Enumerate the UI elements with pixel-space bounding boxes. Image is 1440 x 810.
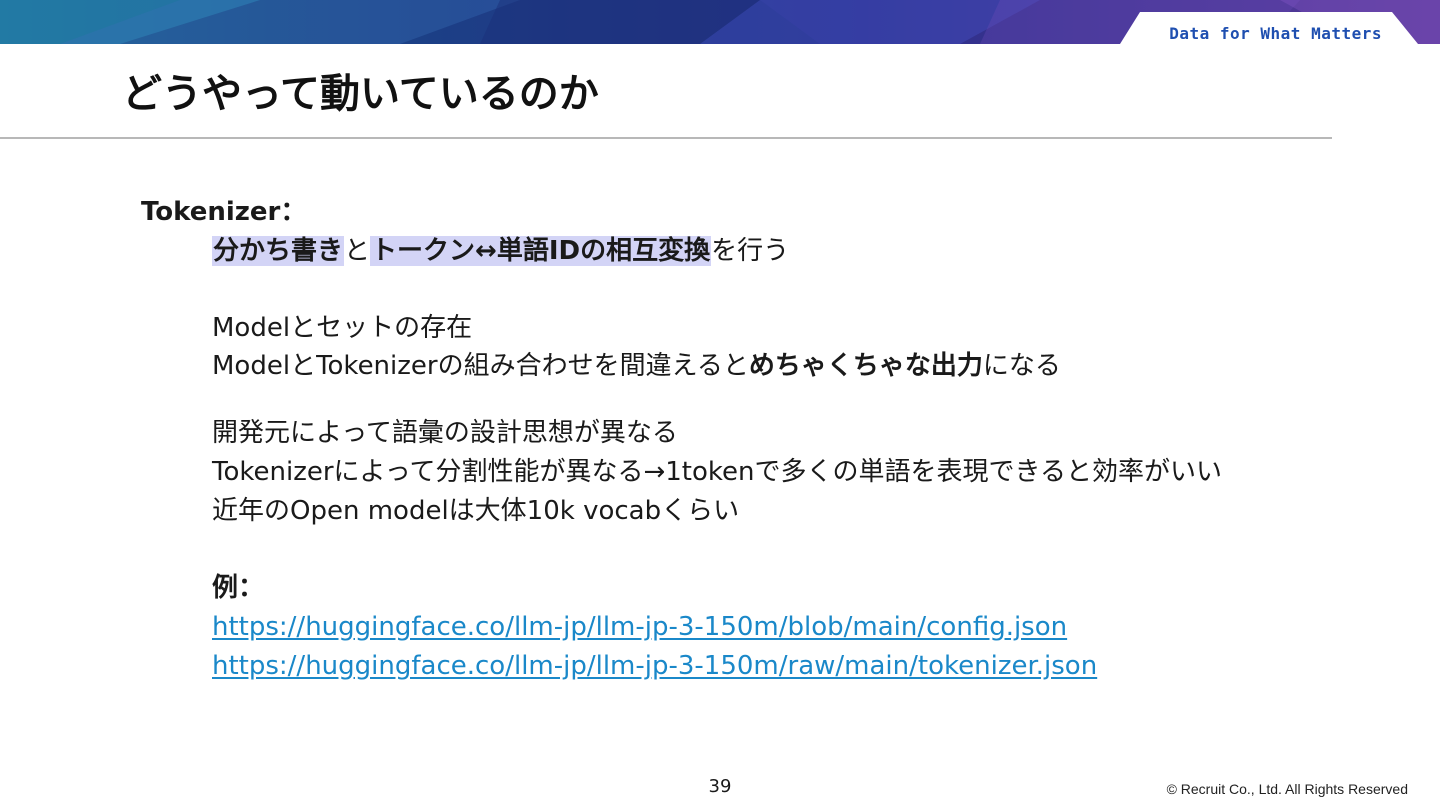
body-line-3-text-end: になる: [982, 351, 1061, 381]
body-line-4: 開発元によって語彙の設計思想が異なる: [212, 418, 678, 448]
page-number: 39: [708, 776, 732, 797]
body-line-3-text: ModelとTokenizerの組み合わせを間違えると: [212, 351, 749, 381]
bold-term-output: めちゃくちゃな出力: [748, 351, 983, 381]
copyright-notice: © Recruit Co., Ltd. All Rights Reserved: [1166, 781, 1408, 797]
body-line-2: Modelとセットの存在: [212, 313, 473, 343]
body-line-1-text: と: [344, 236, 371, 266]
link-tokenizer-json[interactable]: https://huggingface.co/llm-jp/llm-jp-3-1…: [212, 648, 1097, 684]
highlight-term-wakachi: 分かち書き: [212, 236, 345, 266]
tokenizer-heading: Tokenizer：: [141, 197, 307, 227]
example-label: 例：: [212, 573, 265, 603]
link-config-json[interactable]: https://huggingface.co/llm-jp/llm-jp-3-1…: [212, 609, 1067, 645]
title-divider: [0, 137, 1332, 139]
body-line-1-text-end: を行う: [711, 236, 790, 266]
page-title: どうやって動いているのか: [122, 71, 599, 117]
body-line-6: 近年のOpen modelは大体10k vocabくらい: [212, 496, 740, 526]
highlight-term-token-id: トークン↔単語IDの相互変換: [370, 236, 712, 266]
body-line-3: ModelとTokenizerの組み合わせを間違えるとめちゃくちゃな出力になる: [212, 348, 1061, 384]
body-line-1: 分かち書きとトークン↔単語IDの相互変換を行う: [212, 233, 789, 269]
tagline: Data for What Matters: [1169, 24, 1382, 43]
body-line-5: Tokenizerによって分割性能が異なる→1tokenで多くの単語を表現できる…: [212, 457, 1222, 487]
